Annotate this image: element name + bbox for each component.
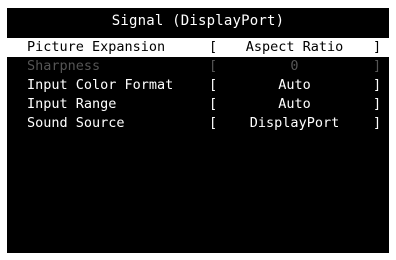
bracket-open: [ bbox=[209, 115, 218, 131]
setting-value: Auto bbox=[278, 77, 311, 93]
setting-value: Auto bbox=[278, 96, 311, 112]
setting-value: Aspect Ratio bbox=[245, 39, 344, 55]
setting-row-sound-source[interactable]: Sound Source [ DisplayPort ] bbox=[7, 114, 389, 133]
bracket-open: [ bbox=[209, 96, 218, 112]
setting-label: Input Color Format bbox=[27, 77, 174, 93]
menu-title: Signal (DisplayPort) bbox=[111, 13, 285, 29]
bracket-close: ] bbox=[373, 115, 382, 131]
bracket-close: ] bbox=[373, 77, 382, 93]
setting-row-picture-expansion[interactable]: Picture Expansion [ Aspect Ratio ] bbox=[7, 38, 389, 57]
setting-row-input-color-format[interactable]: Input Color Format [ Auto ] bbox=[7, 76, 389, 95]
setting-row-sharpness: Sharpness [ 0 ] bbox=[7, 57, 389, 76]
bracket-open: [ bbox=[209, 39, 218, 55]
settings-list: Picture Expansion [ Aspect Ratio ] Sharp… bbox=[7, 38, 389, 133]
osd-menu-panel: Signal (DisplayPort) Picture Expansion [… bbox=[7, 8, 389, 253]
setting-value: DisplayPort bbox=[249, 115, 340, 131]
setting-label: Input Range bbox=[27, 96, 117, 112]
bracket-close: ] bbox=[373, 58, 382, 74]
setting-label: Sound Source bbox=[27, 115, 125, 131]
bracket-open: [ bbox=[209, 58, 218, 74]
bracket-close: ] bbox=[373, 96, 382, 112]
setting-row-input-range[interactable]: Input Range [ Auto ] bbox=[7, 95, 389, 114]
setting-value: 0 bbox=[290, 58, 299, 74]
setting-label: Picture Expansion bbox=[27, 39, 166, 55]
bracket-close: ] bbox=[373, 39, 382, 55]
bracket-open: [ bbox=[209, 77, 218, 93]
setting-label: Sharpness bbox=[27, 58, 101, 74]
